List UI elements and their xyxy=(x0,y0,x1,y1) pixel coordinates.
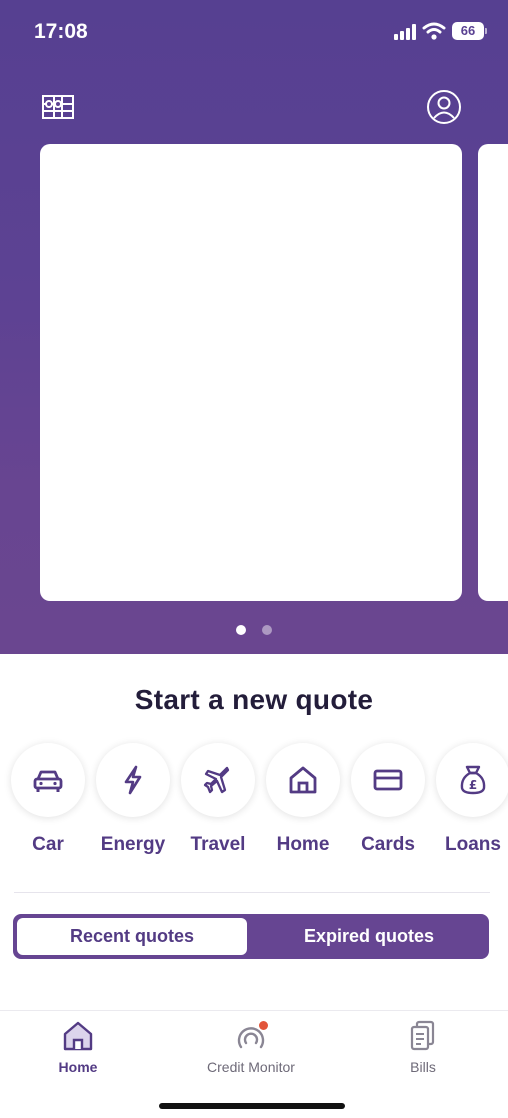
quote-travel-button[interactable] xyxy=(180,743,256,817)
tab-bills-label: Bills xyxy=(410,1059,436,1075)
tab-credit-monitor-label: Credit Monitor xyxy=(207,1059,295,1075)
carousel-card[interactable] xyxy=(40,144,462,601)
pagination-dot-active[interactable] xyxy=(235,625,246,635)
quote-label-home: Home xyxy=(276,834,330,855)
tab-credit-monitor[interactable]: Credit Monitor xyxy=(191,1019,311,1075)
battery-tip xyxy=(485,28,487,34)
offers-icon[interactable] xyxy=(41,93,75,121)
carousel-card-next[interactable] xyxy=(478,144,508,601)
tab-home-label: Home xyxy=(58,1059,98,1075)
wifi-icon xyxy=(422,22,446,40)
recent-quotes-tab[interactable]: Recent quotes xyxy=(17,918,247,955)
lightning-icon xyxy=(124,765,142,795)
quote-car-button[interactable] xyxy=(10,743,86,817)
house-icon xyxy=(289,766,317,794)
quote-label-loans: Loans xyxy=(445,834,501,855)
car-icon xyxy=(33,770,63,792)
status-bar: 17:08 66 xyxy=(0,0,508,62)
quote-loans-button[interactable]: £ xyxy=(435,743,508,817)
battery-level: 66 xyxy=(460,23,476,38)
pagination-dot[interactable] xyxy=(262,625,273,635)
battery-icon: 66 xyxy=(452,22,484,40)
bills-icon xyxy=(410,1020,435,1051)
quotes-segmented-control: Recent quotes Expired quotes xyxy=(13,914,489,959)
expired-quotes-tab[interactable]: Expired quotes xyxy=(251,918,487,955)
quote-energy-button[interactable] xyxy=(95,743,171,817)
quote-cards-button[interactable] xyxy=(350,743,426,817)
tab-home[interactable]: Home xyxy=(18,1019,138,1075)
plane-icon xyxy=(203,766,230,794)
quote-label-car: Car xyxy=(32,834,64,855)
account-icon[interactable] xyxy=(426,89,462,125)
tab-bills[interactable]: Bills xyxy=(363,1019,483,1075)
bottom-tab-bar: Home Credit Monitor Bills xyxy=(0,1010,508,1118)
home-icon xyxy=(63,1021,93,1051)
quote-label-travel: Travel xyxy=(190,834,246,855)
quote-home-button[interactable] xyxy=(265,743,341,817)
carousel-pagination xyxy=(0,622,508,635)
section-divider xyxy=(14,892,490,893)
svg-text:£: £ xyxy=(469,778,477,792)
home-indicator xyxy=(159,1103,345,1109)
notification-badge xyxy=(259,1021,268,1030)
status-time: 17:08 xyxy=(34,20,88,43)
section-title: Start a new quote xyxy=(134,684,374,715)
quote-label-energy: Energy xyxy=(100,834,166,855)
money-bag-icon: £ xyxy=(460,765,486,795)
header-banner: 17:08 66 xyxy=(0,0,508,654)
quote-label-cards: Cards xyxy=(361,834,415,855)
card-icon xyxy=(373,769,403,791)
signal-icon xyxy=(394,24,418,40)
